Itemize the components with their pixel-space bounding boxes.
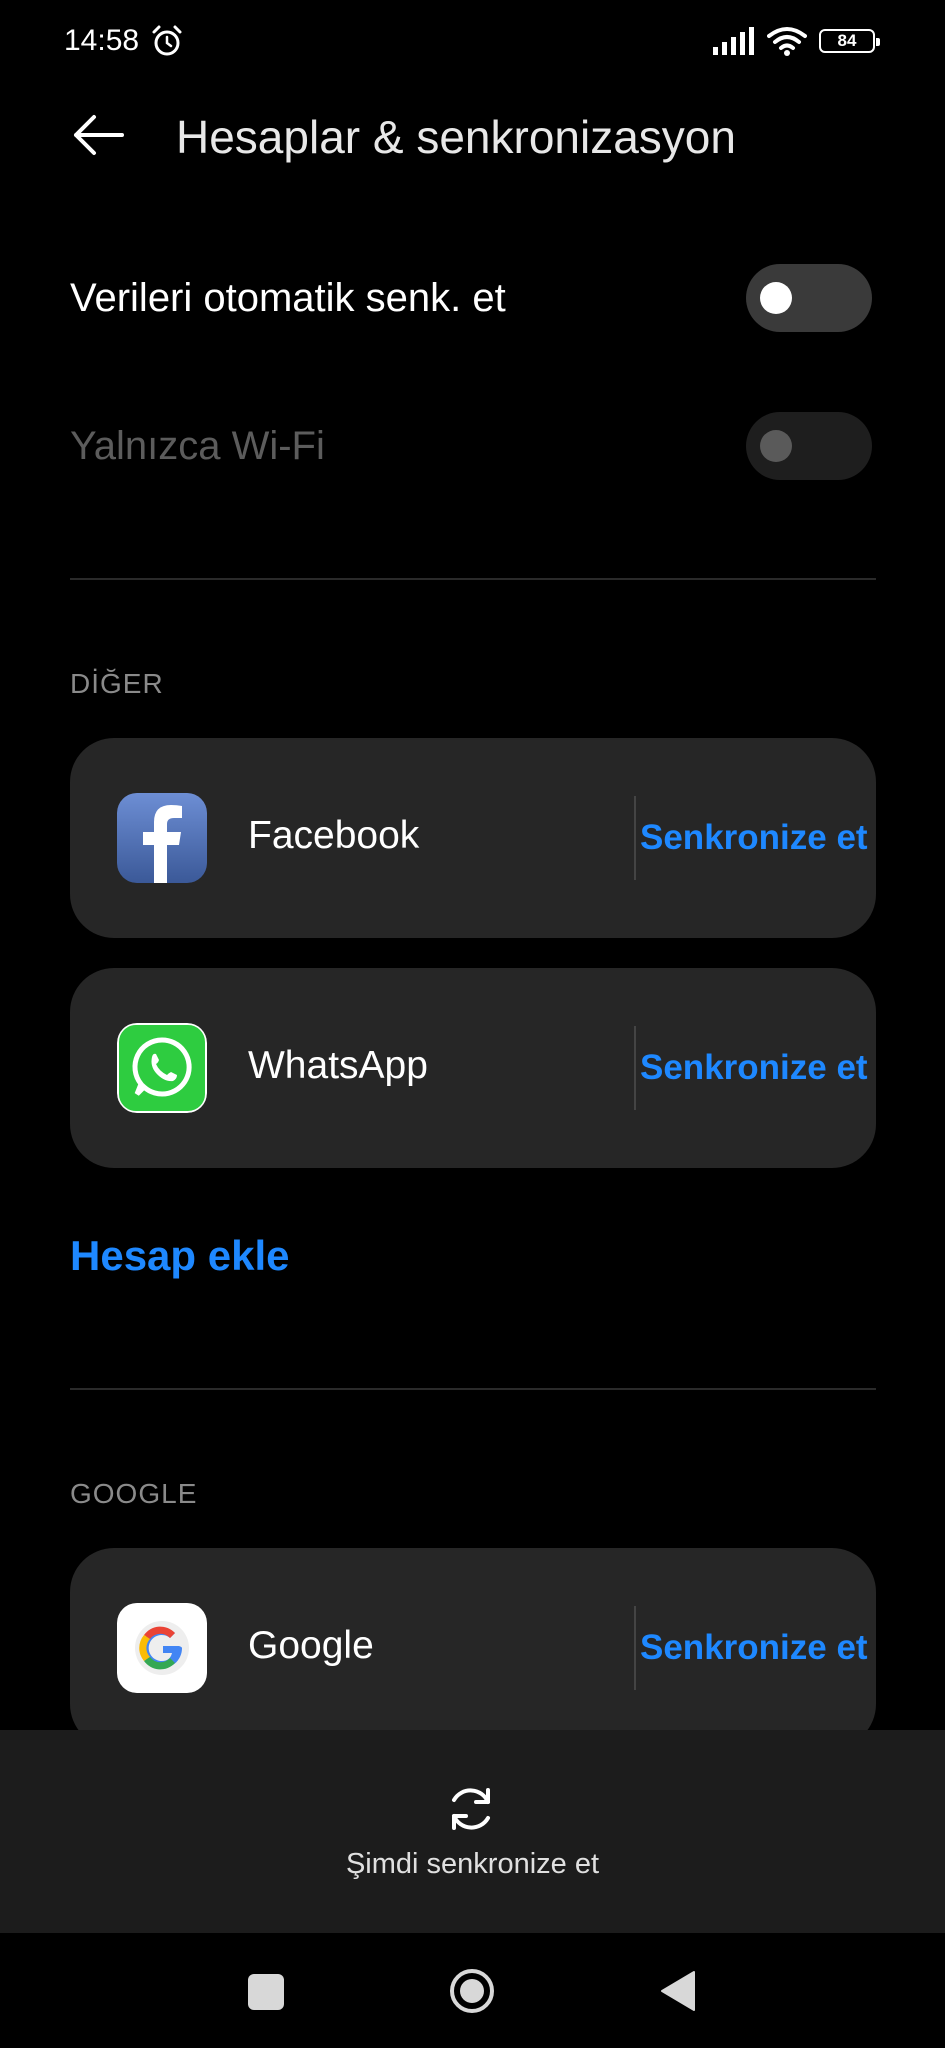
status-time: 14:58 (64, 24, 140, 57)
separator (634, 1026, 636, 1110)
sync-now-label[interactable]: Şimdi senkronize et (0, 1848, 945, 1881)
battery-indicator: 84 (819, 29, 880, 53)
sync-button[interactable]: Senkronize et (640, 1048, 868, 1088)
separator (634, 796, 636, 880)
account-card-google[interactable]: Google Senkronize et (70, 1548, 876, 1748)
account-card-whatsapp[interactable]: WhatsApp Senkronize et (70, 968, 876, 1168)
section-header-google: GOOGLE (70, 1478, 198, 1509)
sync-icon[interactable] (444, 1782, 498, 1836)
google-icon (117, 1603, 207, 1693)
page-title: Hesaplar & senkronizasyon (176, 111, 736, 163)
account-name: Google (248, 1624, 374, 1667)
auto-sync-toggle[interactable] (746, 264, 872, 332)
add-account-link[interactable]: Hesap ekle (70, 1232, 289, 1280)
wifi-icon (767, 27, 807, 56)
sync-button[interactable]: Senkronize et (640, 818, 868, 858)
separator (634, 1606, 636, 1690)
wifi-only-label: Yalnızca Wi-Fi (70, 424, 325, 468)
facebook-icon (117, 793, 207, 883)
whatsapp-icon (117, 1023, 207, 1113)
recents-icon[interactable] (248, 1974, 284, 2010)
auto-sync-label: Verileri otomatik senk. et (70, 276, 506, 320)
alarm-icon (152, 25, 182, 56)
back-arrow-icon[interactable] (70, 110, 126, 160)
nav-back-icon[interactable] (660, 1970, 696, 2012)
sync-button[interactable]: Senkronize et (640, 1628, 868, 1668)
account-name: WhatsApp (248, 1044, 428, 1087)
status-icons: 84 (713, 26, 880, 56)
section-header-other: DİĞER (70, 668, 164, 699)
account-card-facebook[interactable]: Facebook Senkronize et (70, 738, 876, 938)
divider (70, 578, 876, 580)
signal-icon (713, 27, 754, 55)
toggle-knob (760, 282, 792, 314)
account-name: Facebook (248, 814, 420, 857)
divider (70, 1388, 876, 1390)
wifi-only-toggle[interactable] (746, 412, 872, 480)
toggle-knob (760, 430, 792, 462)
home-icon[interactable] (448, 1967, 496, 2015)
